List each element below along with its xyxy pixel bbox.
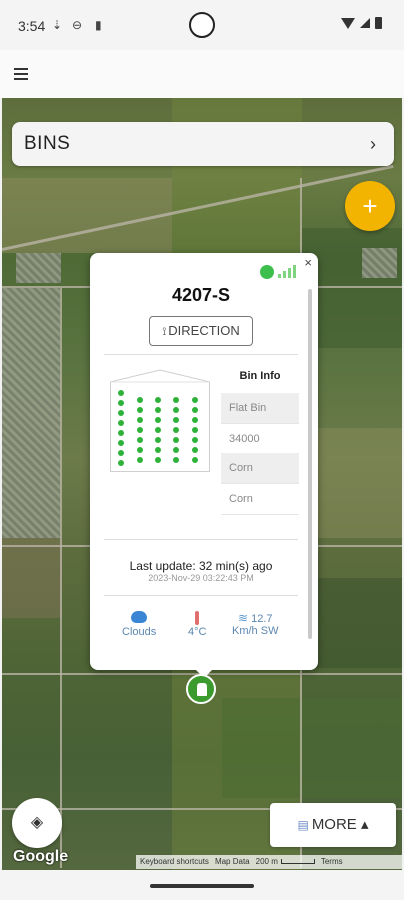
bin-map-pin-icon[interactable] — [186, 674, 216, 704]
map-attribution: Keyboard shortcuts Map Data 200 m Terms — [136, 855, 402, 869]
bin-info-popup: × 4207-S ⟟ DIRECTION Bin Info Flat Bin 3… — [90, 253, 318, 670]
sensor-cable — [137, 397, 143, 467]
divider — [104, 539, 298, 540]
status-bar: 3:54 ⇣ ⊖ ▮ — [0, 0, 404, 50]
bin-name: 4207-S — [171, 285, 231, 305]
wifi-icon — [341, 17, 355, 29]
sensor-cable — [118, 390, 124, 470]
layers-icon: ◈ — [30, 814, 44, 831]
map-view[interactable]: BINS › + × 4207-S ⟟ DIRECTION Bin Info F… — [2, 98, 402, 870]
divider — [104, 595, 298, 596]
map-field — [222, 698, 402, 798]
menu-icon[interactable] — [14, 68, 28, 80]
signal-strength-icon — [278, 265, 296, 278]
bin-cable-diagram — [110, 368, 210, 472]
direction-label: DIRECTION — [168, 323, 240, 338]
last-update-text: Last update: 32 min(s) ago — [129, 559, 273, 573]
online-status-icon — [260, 265, 274, 279]
sd-card-icon: ▮ — [95, 18, 102, 32]
bin-info-type: Flat Bin — [221, 393, 299, 424]
map-road — [60, 288, 62, 868]
keyboard-shortcuts-link[interactable]: Keyboard shortcuts — [140, 857, 209, 867]
wind-unit: Km/h SW — [232, 625, 279, 637]
map-town — [362, 248, 397, 278]
thermometer-icon — [195, 611, 200, 625]
bin-info-title: Bin Info — [239, 370, 281, 382]
home-indicator[interactable] — [150, 884, 254, 888]
map-scale-label: 200 m — [255, 857, 278, 866]
close-icon[interactable]: × — [304, 255, 312, 270]
google-logo: Google — [13, 848, 69, 865]
caret-up-icon: ▴ — [360, 816, 369, 833]
bins-label: BINS — [24, 133, 71, 154]
map-data-link[interactable]: Map Data — [215, 857, 250, 867]
map-field — [2, 538, 62, 618]
scale-bar — [280, 859, 315, 864]
direction-button[interactable]: ⟟ DIRECTION — [149, 316, 253, 346]
app-bar — [0, 50, 404, 98]
battery-icon — [375, 17, 382, 29]
weather-wind: ≋ 12.7 Km/h SW — [232, 611, 278, 637]
layers-button[interactable]: ◈ — [12, 798, 62, 848]
add-button[interactable]: + — [345, 181, 395, 231]
usb-icon: ⇣ — [52, 18, 63, 32]
wind-speed: 12.7 — [251, 613, 273, 625]
vpn-icon: ⊖ — [72, 18, 83, 32]
map-town — [16, 253, 61, 283]
camera-cutout — [189, 12, 215, 38]
sensor-cable — [155, 397, 161, 467]
divider — [104, 354, 298, 355]
more-icon: ▤ — [297, 818, 309, 832]
weather-condition-label: Clouds — [122, 626, 157, 638]
temperature-value: 4°C — [188, 626, 207, 638]
phone-screen: 3:54 ⇣ ⊖ ▮ BINS › + × 4207-S ⟟ DIRECTION… — [0, 0, 404, 900]
last-update-timestamp: 2023-Nov-29 03:22:43 PM — [148, 573, 254, 583]
cloud-icon — [131, 611, 148, 623]
navigation-bar — [0, 870, 404, 900]
popup-scrollbar[interactable] — [308, 289, 312, 639]
status-time: 3:54 — [18, 18, 46, 34]
bin-info-capacity: 34000 — [221, 424, 299, 455]
direction-icon: ⟟ — [162, 326, 167, 338]
sensor-cable — [173, 397, 179, 467]
weather-temperature: 4°C — [188, 611, 206, 638]
terms-link[interactable]: Terms — [321, 857, 343, 867]
chevron-right-icon: › — [370, 134, 376, 154]
map-scale: 200 m — [256, 857, 315, 867]
system-icons — [341, 17, 382, 29]
cell-signal-icon — [360, 18, 370, 28]
bins-selector[interactable]: BINS › — [12, 122, 394, 166]
bin-info-commodity: Corn — [221, 453, 299, 484]
more-button[interactable]: ▤ MORE ▴ — [270, 803, 396, 847]
wind-icon: ≋ — [237, 611, 249, 625]
sensor-cable — [192, 397, 198, 467]
bin-info-variety: Corn — [221, 484, 299, 515]
weather-condition: Clouds — [122, 611, 156, 638]
more-label: MORE — [311, 816, 357, 833]
map-town — [2, 288, 60, 538]
